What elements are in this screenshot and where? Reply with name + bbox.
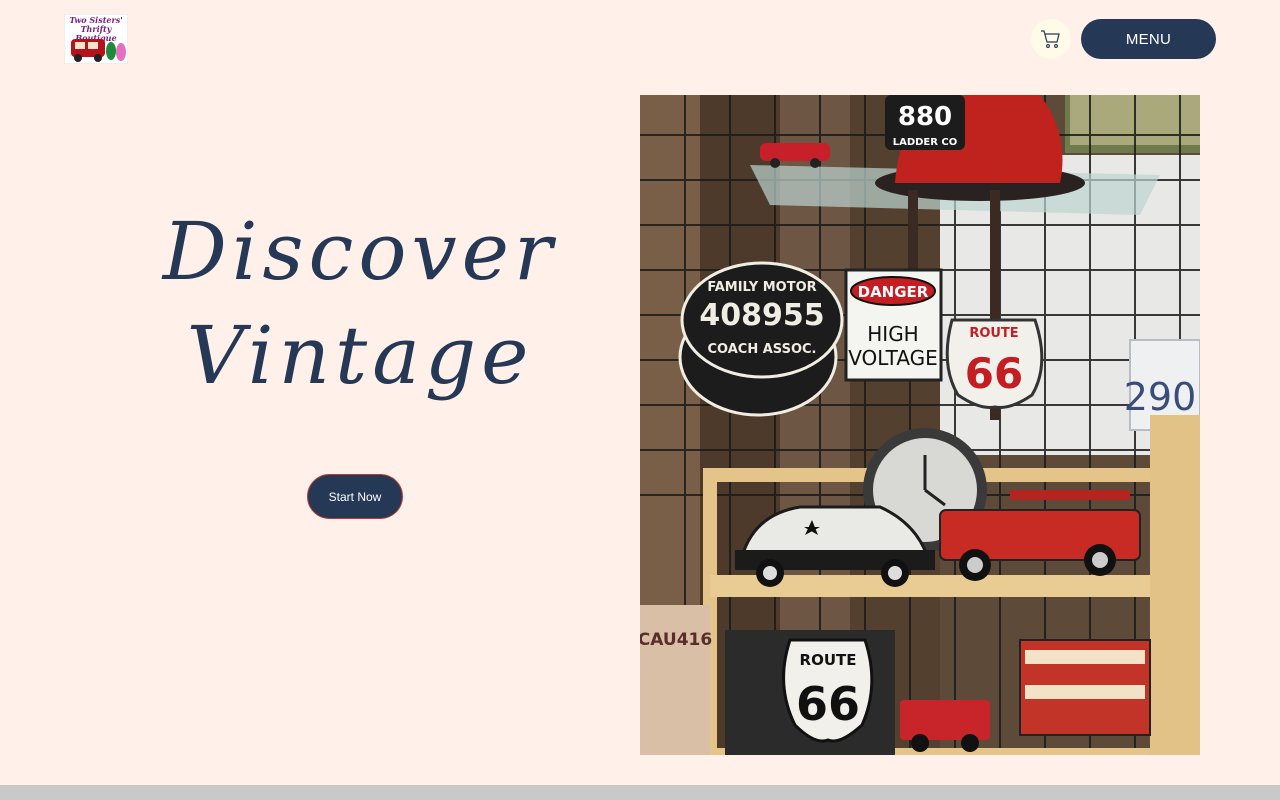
vintage-display-photo: 880 LADDER CO FAMILY MOTOR 408955 COACH … <box>640 95 1200 755</box>
menu-button[interactable]: MENU <box>1081 19 1216 59</box>
site-logo[interactable]: Two Sisters' Thrifty Boutique <box>64 14 128 64</box>
plate-number: 290 <box>1124 375 1197 419</box>
logo-car-illustration <box>71 39 126 62</box>
danger-sign-title: DANGER <box>858 283 929 301</box>
plate-left-text: CAU416 <box>640 630 712 650</box>
cart-button[interactable] <box>1031 19 1071 59</box>
route-shield-label: ROUTE <box>969 326 1018 341</box>
hero-title-line-2: Vintage <box>186 309 534 402</box>
puzzle-route-label: ROUTE <box>800 651 857 669</box>
family-motor-line-2: COACH ASSOC. <box>708 342 817 357</box>
footer-strip <box>0 785 1280 800</box>
cart-icon <box>1041 30 1060 48</box>
hero-title-line-1: Discover <box>162 205 558 298</box>
family-motor-line-1: FAMILY MOTOR <box>707 280 816 295</box>
hero-image: 880 LADDER CO FAMILY MOTOR 408955 COACH … <box>640 95 1200 755</box>
helmet-label: LADDER CO <box>893 137 958 148</box>
danger-sign-voltage: VOLTAGE <box>848 346 938 370</box>
helmet-number: 880 <box>898 102 952 132</box>
family-motor-number: 408955 <box>699 298 824 333</box>
start-now-button[interactable]: Start Now <box>307 474 403 519</box>
danger-sign-high: HIGH <box>867 322 918 346</box>
route-shield-number: 66 <box>965 349 1023 398</box>
puzzle-66-label: 66 <box>796 677 860 731</box>
hero-title: Discover Vintage <box>160 200 560 408</box>
